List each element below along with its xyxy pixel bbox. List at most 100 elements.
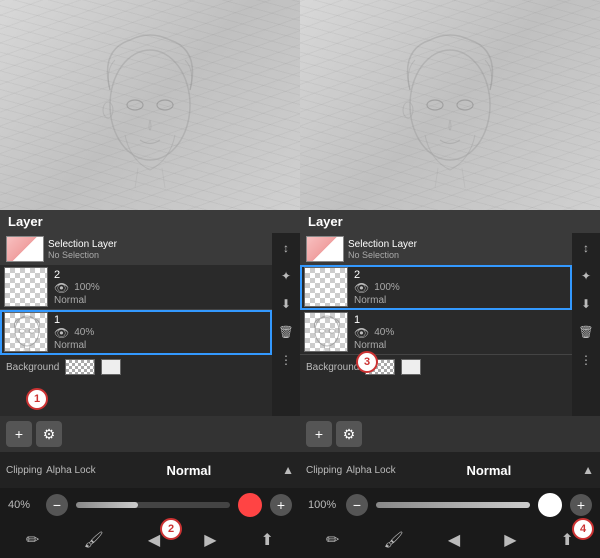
right-tool-back[interactable]: ◀ [448, 530, 460, 550]
left-layer-sidebar: ↕ ✦ ⬇ 🗑 ⋮ [272, 233, 300, 416]
right-layer1-thumb [304, 312, 348, 352]
left-layer-header: Layer [0, 210, 300, 233]
right-layer-header: Layer [300, 210, 600, 233]
left-tool-forward[interactable]: ▶ [204, 530, 216, 550]
left-sidebar-delete[interactable]: 🗑 [275, 321, 297, 343]
right-sketch-bg [300, 0, 600, 210]
right-bottom-mode: Normal [400, 463, 578, 478]
right-layer2-blend: Normal [354, 295, 568, 306]
right-mode-arrow[interactable]: ▲ [582, 463, 594, 477]
left-opacity-plus[interactable]: + [270, 494, 292, 516]
left-add-layer-btn[interactable]: + [6, 421, 32, 447]
left-opacity-slider[interactable] [76, 502, 230, 508]
left-tool-brush[interactable]: 🖌 [83, 530, 103, 550]
left-sidebar-more[interactable]: ⋮ [275, 349, 297, 371]
left-bottom-mode: Normal [100, 463, 278, 478]
right-tool-forward[interactable]: ▶ [504, 530, 516, 550]
right-sidebar-merge[interactable]: ⬇ [575, 293, 597, 315]
right-sketch-svg [390, 20, 510, 190]
left-sketch-bg [0, 0, 300, 210]
right-opacity-fill [376, 502, 530, 508]
right-layer-sidebar: ↕ ✦ ⬇ 🗑 ⋮ [572, 233, 600, 416]
left-sel-thumb [6, 236, 44, 262]
right-opacity-minus[interactable]: − [346, 494, 368, 516]
right-layer2-eye: 👁 [354, 281, 369, 295]
right-alpha-lock-label: Alpha Lock [346, 465, 395, 476]
right-sel-thumb [306, 236, 344, 262]
right-layer2-blend-mode: Normal [354, 295, 386, 306]
main-container: Layer Selection Layer No Selection [0, 0, 600, 558]
left-bottom-bar: Clipping Alpha Lock Normal ▲ [0, 452, 300, 488]
left-layer1-row[interactable]: 1 👁 40% Normal [0, 310, 272, 355]
right-sidebar-move[interactable]: ↕ [575, 237, 597, 259]
annotation-1-label: 1 [34, 393, 40, 405]
left-layer2-blend: Normal [54, 295, 268, 306]
right-panel: Layer Selection Layer No Selection [300, 0, 600, 558]
right-layer-list-area: Selection Layer No Selection 2 👁 100% [300, 233, 600, 416]
right-tool-pen[interactable]: ✏ [326, 530, 339, 550]
right-layer2-detail: 👁 100% [354, 281, 568, 295]
right-opacity-slider[interactable] [376, 502, 530, 508]
right-opacity-value: 100% [308, 499, 338, 511]
left-layer2-row[interactable]: 2 👁 100% Normal [0, 265, 272, 310]
right-canvas [300, 0, 600, 210]
left-alpha-lock-label: Alpha Lock [46, 465, 95, 476]
left-canvas [0, 0, 300, 210]
left-layer1-svg [5, 313, 48, 352]
left-settings-btn[interactable]: ⚙ [36, 421, 62, 447]
left-layer2-detail: 👁 100% [54, 281, 268, 295]
left-mode-arrow[interactable]: ▲ [282, 463, 294, 477]
right-layer2-row[interactable]: 2 👁 100% Normal [300, 265, 572, 310]
left-sidebar-transform[interactable]: ✦ [275, 265, 297, 287]
left-layer1-eye: 👁 [54, 326, 69, 340]
left-layer1-blend: Normal [54, 340, 268, 351]
right-bg-row[interactable]: Background [300, 355, 572, 379]
right-bottom-tools: ✏ 🖌 ◀ ▶ ⬆ [300, 522, 600, 558]
left-selection-row[interactable]: Selection Layer No Selection [0, 233, 272, 265]
left-layer-toolbar: + ⚙ [0, 416, 300, 452]
left-layer1-thumb [4, 312, 48, 352]
right-layer1-eye: 👁 [354, 326, 369, 340]
right-sidebar-more[interactable]: ⋮ [575, 349, 597, 371]
left-sidebar-merge[interactable]: ⬇ [275, 293, 297, 315]
right-sel-title: Selection Layer [348, 239, 566, 250]
left-layer2-eye: 👁 [54, 281, 69, 295]
right-layer1-row[interactable]: 1 👁 40% Normal [300, 310, 572, 355]
left-layer2-info: 2 👁 100% Normal [54, 269, 268, 306]
right-opacity-circle[interactable] [538, 493, 562, 517]
left-opacity-minus[interactable]: − [46, 494, 68, 516]
right-sidebar-delete[interactable]: 🗑 [575, 321, 597, 343]
left-tool-up[interactable]: ⬆ [261, 530, 274, 550]
right-add-layer-btn[interactable]: + [306, 421, 332, 447]
left-face-sketch [90, 20, 210, 190]
right-sidebar-transform[interactable]: ✦ [575, 265, 597, 287]
right-layer1-info: 1 👁 40% Normal [354, 314, 568, 351]
right-layer2-info: 2 👁 100% Normal [354, 269, 568, 306]
right-settings-btn[interactable]: ⚙ [336, 421, 362, 447]
left-tool-pen[interactable]: ✏ [26, 530, 39, 550]
left-sel-title: Selection Layer [48, 239, 266, 250]
right-layer1-blend: Normal [354, 340, 568, 351]
right-layer1-svg [305, 313, 348, 352]
left-sidebar-move[interactable]: ↕ [275, 237, 297, 259]
left-bg-white [101, 359, 121, 375]
annotation-1: 1 [26, 388, 48, 410]
right-layer-panel: Layer Selection Layer No Selection [300, 210, 600, 452]
left-layer-panel: Layer Selection Layer No Selection [0, 210, 300, 452]
left-tool-back[interactable]: ◀ [148, 530, 160, 550]
annotation-2-label: 2 [168, 523, 174, 535]
right-layer-title: Layer [308, 214, 343, 229]
left-layer1-info: 1 👁 40% Normal [54, 314, 268, 351]
right-layer2-opacity: 100% [374, 282, 400, 293]
right-layer2-number: 2 [354, 269, 568, 281]
left-opacity-circle[interactable] [238, 493, 262, 517]
left-bg-label: Background [6, 362, 59, 373]
left-bg-row[interactable]: Background [0, 355, 272, 379]
left-bg-checker [65, 359, 95, 375]
right-face-sketch [390, 20, 510, 190]
left-opacity-value: 40% [8, 499, 38, 511]
right-tool-brush[interactable]: 🖌 [383, 530, 403, 550]
right-layer1-number: 1 [354, 314, 568, 326]
right-opacity-plus[interactable]: + [570, 494, 592, 516]
right-selection-row[interactable]: Selection Layer No Selection [300, 233, 572, 265]
